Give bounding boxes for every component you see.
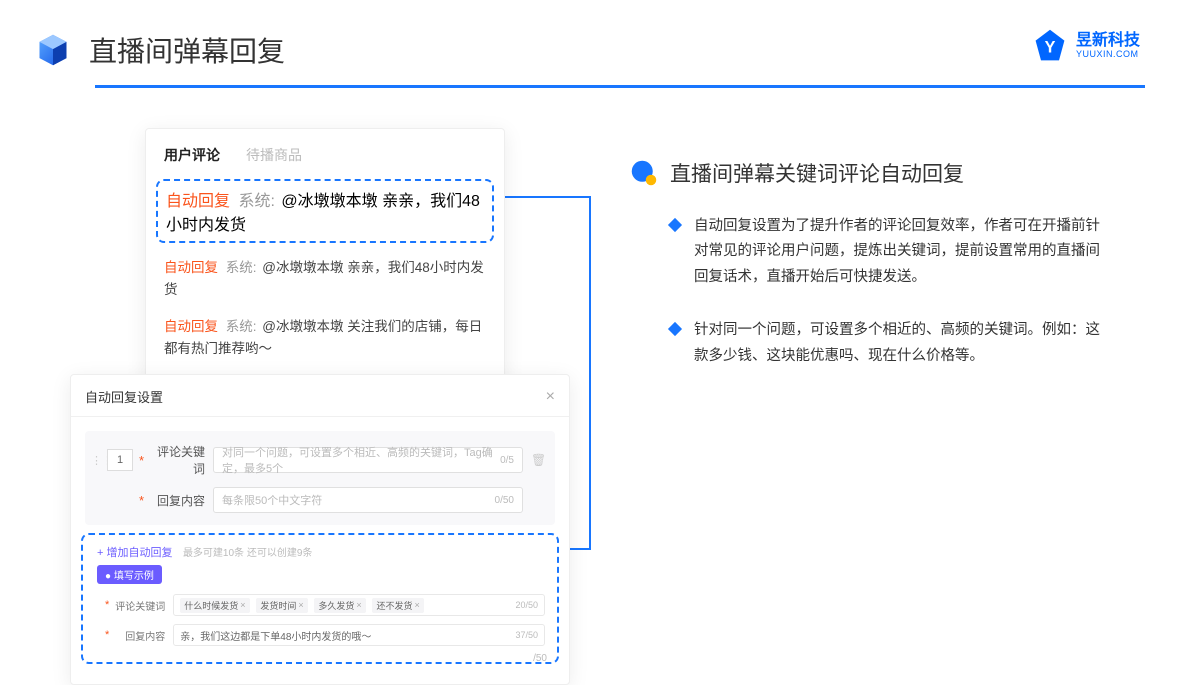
cube-icon — [35, 32, 71, 68]
ex-kw-count: 20/50 — [515, 600, 538, 610]
tag-chip: 什么时候发货× — [180, 598, 249, 613]
extra-count: /50 — [533, 653, 547, 664]
tab-user-comments[interactable]: 用户评论 — [164, 145, 220, 165]
index-number: 1 — [107, 449, 133, 471]
tabs: 用户评论 待播商品 — [146, 129, 504, 175]
tag-chip: 多久发货× — [314, 598, 365, 613]
system-label: 系统: — [238, 193, 274, 210]
example-badge: ● 填写示例 — [97, 565, 162, 584]
ex-content-input[interactable]: 亲，我们这边都是下单48小时内发货的哦～ 37/50 — [173, 624, 545, 646]
auto-reply-tag: 自动回复 — [164, 319, 218, 334]
ex-content-count: 37/50 — [515, 630, 538, 640]
comments-card: 用户评论 待播商品 自动回复 系统: @冰墩墩本墩 亲亲，我们48小时内发货 自… — [145, 128, 505, 388]
section-title: 直播间弹幕关键词评论自动回复 — [670, 158, 964, 188]
settings-title: 自动回复设置 — [85, 387, 163, 406]
keyword-label: 评论关键词 — [149, 443, 205, 477]
bullet-text: 自动回复设置为了提升作者的评论回复效率，作者可在开播前针对常见的评论用户问题，提… — [694, 214, 1114, 290]
settings-card: 自动回复设置 × ⋮⋮ 1 * 评论关键词 对同一个问题，可设置多个相近、高频的… — [70, 374, 570, 685]
auto-reply-tag: 自动回复 — [166, 193, 230, 210]
config-block: ⋮⋮ 1 * 评论关键词 对同一个问题，可设置多个相近、高频的关键词，Tag确定… — [85, 431, 555, 525]
tag-chip: 发货时间× — [256, 598, 307, 613]
logo-text-cn: 昱新科技 — [1076, 32, 1140, 50]
tag-list: 什么时候发货× 发货时间× 多久发货× 还不发货× — [180, 598, 427, 613]
example-box: + 增加自动回复 最多可建10条 还可以创建9条 ● 填写示例 * 评论关键词 … — [81, 533, 559, 664]
keyword-input[interactable]: 对同一个问题，可设置多个相近、高频的关键词，Tag确定，最多5个 0/5 — [213, 447, 523, 473]
bullet-item: 自动回复设置为了提升作者的评论回复效率，作者可在开播前针对常见的评论用户问题，提… — [630, 214, 1150, 290]
chat-bubble-icon — [630, 159, 658, 187]
content-count: 0/50 — [495, 495, 514, 506]
ex-keyword-label: 评论关键词 — [113, 598, 165, 613]
system-label: 系统: — [226, 319, 257, 334]
logo-icon: Y — [1032, 28, 1068, 64]
required-star: * — [105, 629, 109, 641]
svg-text:Y: Y — [1045, 38, 1056, 56]
ex-content-label: 回复内容 — [113, 628, 165, 643]
diamond-icon — [668, 322, 682, 336]
comment-row: 自动回复 系统: @冰墩墩本墩 关注我们的店铺，每日都有热门推荐哟～ — [146, 308, 504, 367]
content-label: 回复内容 — [149, 492, 205, 509]
page-header: 直播间弹幕回复 Y 昱新科技 YUUXIN.COM — [0, 0, 1180, 85]
tag-chip: 还不发货× — [372, 598, 423, 613]
close-icon[interactable]: × — [546, 388, 555, 406]
bullet-item: 针对同一个问题，可设置多个相近的、高频的关键词。例如：这款多少钱、这块能优惠吗、… — [630, 318, 1150, 369]
page-title: 直播间弹幕回复 — [89, 30, 285, 70]
ex-content-value: 亲，我们这边都是下单48小时内发货的哦～ — [180, 628, 371, 643]
keyword-count: 0/5 — [500, 455, 514, 466]
placeholder-text: 每条限50个中文字符 — [222, 492, 322, 508]
brand-logo: Y 昱新科技 YUUXIN.COM — [1032, 28, 1140, 64]
left-panel: 用户评论 待播商品 自动回复 系统: @冰墩墩本墩 亲亲，我们48小时内发货 自… — [70, 128, 570, 685]
diamond-icon — [668, 218, 682, 232]
highlighted-comment: 自动回复 系统: @冰墩墩本墩 亲亲，我们48小时内发货 — [156, 179, 494, 243]
required-star: * — [139, 453, 149, 468]
logo-text-en: YUUXIN.COM — [1076, 50, 1140, 60]
drag-handle-icon[interactable]: ⋮⋮ — [91, 454, 105, 467]
system-label: 系统: — [226, 260, 257, 275]
required-star: * — [139, 493, 149, 508]
comment-row: 自动回复 系统: @冰墩墩本墩 亲亲，我们48小时内发货 — [146, 249, 504, 308]
delete-icon[interactable]: 🗑 — [531, 453, 545, 467]
add-hint: 最多可建10条 还可以创建9条 — [183, 548, 312, 559]
placeholder-text: 对同一个问题，可设置多个相近、高频的关键词，Tag确定，最多5个 — [222, 444, 500, 476]
right-panel: 直播间弹幕关键词评论自动回复 自动回复设置为了提升作者的评论回复效率，作者可在开… — [570, 128, 1150, 685]
tab-pending-goods[interactable]: 待播商品 — [246, 145, 302, 165]
auto-reply-tag: 自动回复 — [164, 260, 218, 275]
add-auto-reply-link[interactable]: + 增加自动回复 — [97, 547, 172, 559]
ex-keyword-input[interactable]: 什么时候发货× 发货时间× 多久发货× 还不发货× 20/50 — [173, 594, 545, 616]
required-star: * — [105, 599, 109, 611]
bullet-text: 针对同一个问题，可设置多个相近的、高频的关键词。例如：这款多少钱、这块能优惠吗、… — [694, 318, 1114, 369]
content-input[interactable]: 每条限50个中文字符 0/50 — [213, 487, 523, 513]
